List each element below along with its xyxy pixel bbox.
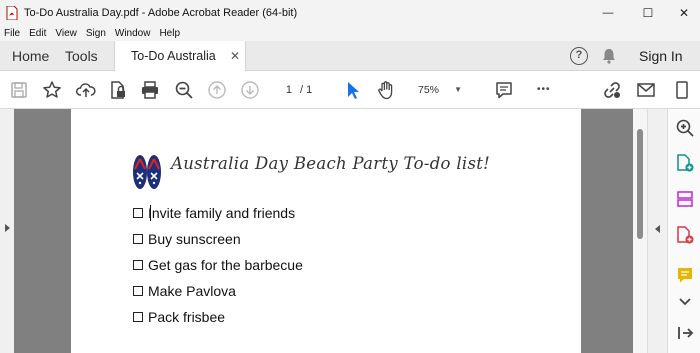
bookmark-star-icon[interactable] — [42, 80, 62, 100]
more-tools-icon[interactable]: ••• — [537, 80, 557, 100]
comment-tool-icon[interactable] — [675, 265, 695, 285]
checkbox[interactable] — [133, 260, 143, 270]
pdf-page[interactable]: Australia Day Beach Party To-do list! In… — [71, 109, 581, 353]
todo-item[interactable]: Buy sunscreen — [133, 231, 241, 247]
tab-tools[interactable]: Tools — [65, 41, 98, 71]
right-tools-rail — [667, 109, 700, 353]
zoom-value: 75% — [418, 84, 440, 96]
checkbox[interactable] — [133, 286, 143, 296]
collapse-pane-icon[interactable] — [675, 323, 695, 343]
window-title: To-Do Australia Day.pdf - Adobe Acrobat … — [24, 7, 298, 19]
help-icon[interactable]: ? — [570, 47, 588, 65]
expand-left-panel-icon[interactable] — [3, 223, 11, 233]
document-heading: Australia Day Beach Party To-do list! — [171, 154, 491, 173]
checkbox[interactable] — [133, 208, 143, 218]
menu-view[interactable]: View — [55, 28, 77, 39]
chevron-down-icon[interactable] — [675, 291, 695, 311]
notification-bell-icon[interactable] — [600, 47, 618, 65]
maximize-icon: ☐ — [642, 6, 654, 20]
tab-document[interactable]: To-Do Australia Da... ✕ — [114, 41, 246, 93]
comment-icon[interactable] — [494, 80, 514, 100]
tab-bar: Home Tools To-Do Australia Da... ✕ ? Sig… — [0, 41, 700, 93]
scrollbar-thumb[interactable] — [637, 129, 643, 239]
save-icon[interactable] — [9, 80, 29, 100]
todo-item[interactable]: Get gas for the barbecue — [133, 257, 303, 273]
todo-text: Make Pavlova — [148, 283, 236, 299]
flip-flops-icon — [133, 155, 161, 189]
text-cursor — [150, 205, 151, 221]
vertical-scrollbar[interactable] — [633, 109, 647, 353]
zoom-select[interactable]: 75% ▼ — [410, 79, 466, 101]
page-total: / 1 — [300, 84, 313, 96]
previous-page-icon[interactable] — [207, 80, 227, 100]
right-panel-toggle[interactable] — [647, 109, 667, 353]
menu-bar: File Edit View Sign Window Help — [0, 26, 700, 41]
document-icon[interactable] — [672, 80, 692, 100]
zoom-out-icon[interactable] — [174, 80, 194, 100]
menu-sign[interactable]: Sign — [86, 28, 106, 39]
export-pdf-icon[interactable] — [675, 153, 695, 173]
cloud-upload-icon[interactable] — [76, 80, 96, 100]
print-icon[interactable] — [140, 80, 160, 100]
menu-help[interactable]: Help — [159, 28, 180, 39]
checkbox[interactable] — [133, 234, 143, 244]
email-icon[interactable] — [636, 80, 656, 100]
sign-in-button[interactable]: Sign In — [639, 41, 683, 71]
select-cursor-icon[interactable] — [343, 80, 363, 100]
page-number-input[interactable]: 1 — [272, 80, 296, 100]
acrobat-pdf-icon — [6, 6, 18, 20]
chevron-down-icon: ▼ — [454, 85, 462, 94]
checkbox[interactable] — [133, 312, 143, 322]
minimize-icon: — — [602, 7, 614, 19]
create-pdf-icon[interactable] — [675, 225, 695, 245]
title-bar: To-Do Australia Day.pdf - Adobe Acrobat … — [0, 0, 700, 26]
todo-text: Pack frisbee — [148, 309, 226, 325]
left-panel-toggle[interactable] — [0, 109, 14, 353]
hand-tool-icon[interactable] — [376, 80, 396, 100]
todo-item[interactable]: Invite family and friends — [133, 205, 295, 221]
protect-file-icon[interactable] — [108, 80, 128, 100]
minimize-button[interactable]: — — [588, 0, 628, 26]
todo-text: Invite family and friends — [148, 205, 296, 221]
close-window-button[interactable]: ✕ — [664, 0, 700, 26]
menu-edit[interactable]: Edit — [29, 28, 46, 39]
organize-pages-icon[interactable] — [675, 189, 695, 209]
close-tab-icon[interactable]: ✕ — [230, 41, 240, 71]
menu-file[interactable]: File — [4, 28, 20, 39]
todo-text: Get gas for the barbecue — [148, 257, 303, 273]
next-page-icon[interactable] — [240, 80, 260, 100]
search-zoom-icon[interactable] — [675, 118, 695, 138]
document-canvas: Australia Day Beach Party To-do list! In… — [14, 109, 647, 353]
collapse-right-panel-icon[interactable] — [654, 224, 662, 234]
todo-item[interactable]: Pack frisbee — [133, 309, 225, 325]
todo-text: Buy sunscreen — [148, 231, 241, 247]
maximize-button[interactable]: ☐ — [628, 0, 668, 26]
menu-window[interactable]: Window — [115, 28, 151, 39]
tab-home[interactable]: Home — [12, 41, 49, 71]
share-link-icon[interactable] — [602, 80, 622, 100]
todo-item[interactable]: Make Pavlova — [133, 283, 236, 299]
toolbar: 1 / 1 75% ▼ ••• — [0, 71, 700, 109]
close-icon: ✕ — [678, 6, 690, 20]
